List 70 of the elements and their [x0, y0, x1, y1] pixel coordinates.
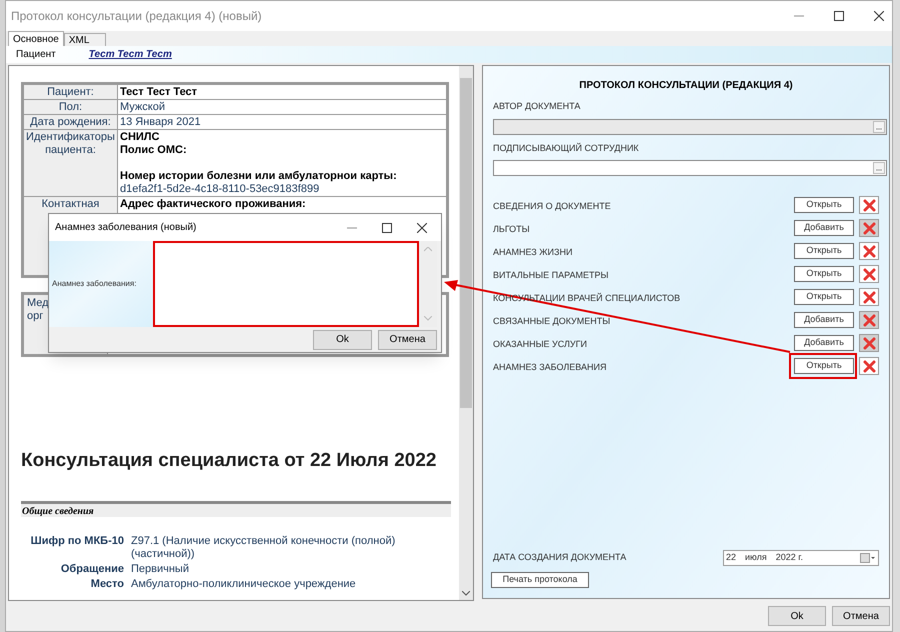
- section-button[interactable]: Добавить: [794, 220, 854, 236]
- field-label: Анамнез заболевания:: [52, 278, 136, 290]
- table-cell: Пол:: [22, 100, 118, 114]
- input-field[interactable]: [493, 160, 887, 176]
- chevron-up-icon[interactable]: [424, 247, 432, 252]
- print-button[interactable]: Печать протокола: [491, 572, 589, 588]
- field-label: ПОДПИСЫВАЮЩИЙ СОТРУДНИК: [493, 142, 640, 155]
- text-area[interactable]: [153, 241, 419, 327]
- delete-button[interactable]: [859, 242, 879, 260]
- field-label: АВТОР ДОКУМЕНТА: [493, 100, 582, 113]
- delete-button[interactable]: [859, 265, 879, 283]
- delete-button[interactable]: [859, 288, 879, 306]
- tab[interactable]: Основное: [8, 31, 64, 46]
- ellipsis-button-icon[interactable]: [873, 162, 885, 174]
- section-button[interactable]: Открыть: [794, 266, 854, 282]
- table-cell-text: Мед: [27, 297, 50, 310]
- section-button[interactable]: Открыть: [794, 358, 854, 374]
- table-cell-text: Адрес фактического проживания:: [120, 198, 307, 211]
- table-cell: Пациент:: [22, 84, 118, 100]
- patient-link[interactable]: Тест Тест Тест: [88, 47, 172, 62]
- chevron-down-icon[interactable]: [462, 591, 470, 596]
- table-cell-text: Номер истории болезни или амбулаторнои карты:: [120, 170, 398, 183]
- section-button[interactable]: Добавить: [794, 335, 854, 351]
- field-label: Обращение: [60, 563, 124, 576]
- section-button[interactable]: Открыть: [794, 197, 854, 213]
- dialog-button[interactable]: Отмена: [832, 606, 890, 626]
- scrollbar[interactable]: [459, 66, 473, 600]
- table-cell-text: d1efa2f1-5d2e-4c18-8110-53ec9183f899: [120, 183, 320, 196]
- dialog-button[interactable]: Ok: [313, 330, 372, 350]
- table-cell: Дата рождения:: [22, 114, 118, 130]
- scrollbar-thumb[interactable]: [460, 78, 472, 408]
- close-icon[interactable]: [874, 11, 884, 21]
- form-title: ПРОТОКОЛ КОНСУЛЬТАЦИИ (РЕДАКЦИЯ 4): [578, 79, 794, 93]
- maximize-icon[interactable]: [834, 11, 844, 21]
- field-value: Амбулаторно-поликлиническое учреждение: [131, 578, 357, 591]
- field-label: ДАТА СОЗДАНИЯ ДОКУМЕНТА: [493, 551, 626, 564]
- section-button[interactable]: Открыть: [794, 243, 854, 259]
- table-cell-text: Мужской: [120, 101, 166, 114]
- section-header: Общие сведения: [21, 501, 451, 517]
- field-label: Пациент: [16, 48, 56, 62]
- delete-button[interactable]: [859, 357, 879, 375]
- section-label: АНАМНЕЗ ЖИЗНИ: [493, 247, 572, 257]
- table-cell-text: 13 Января 2021: [120, 116, 202, 129]
- field-label: Шифр по МКБ-10: [30, 535, 124, 549]
- field-label: Место: [90, 578, 124, 591]
- section-label: АНАМНЕЗ ЗАБОЛЕВАНИЯ: [493, 362, 606, 372]
- table-cell-text: Полис ОМС:: [120, 144, 188, 157]
- calendar-dropdown-icon[interactable]: [860, 553, 876, 563]
- tab[interactable]: XML: [64, 33, 106, 46]
- table-cell-text: Тест Тест Тест: [120, 86, 198, 99]
- section-label: СВЕДЕНИЯ О ДОКУМЕНТЕ: [493, 201, 611, 211]
- table-cell-text: СНИЛС: [120, 131, 160, 144]
- dialog-button[interactable]: Отмена: [378, 330, 437, 350]
- section-label: ВИТАЛЬНЫЕ ПАРАМЕТРЫ: [493, 270, 608, 280]
- section-label: СВЯЗАННЫЕ ДОКУМЕНТЫ: [493, 316, 610, 326]
- date-field[interactable]: 22 июля 2022 г.: [723, 550, 879, 566]
- close-icon[interactable]: [417, 222, 427, 232]
- dialog-button[interactable]: Ok: [768, 606, 826, 626]
- document-heading: Консультация специалиста от 22 Июля 2022: [21, 449, 436, 473]
- delete-button[interactable]: [859, 196, 879, 214]
- section-label: ЛЬГОТЫ: [493, 224, 530, 234]
- table-cell-text: орг: [27, 310, 44, 323]
- field-value: Z97.1 (Наличие искусственной конечности (полной) (частичной)): [131, 535, 396, 561]
- section-label: ОКАЗАННЫЕ УСЛУГИ: [493, 339, 587, 349]
- section-button[interactable]: Добавить: [794, 312, 854, 328]
- field-value: Первичный: [131, 563, 190, 576]
- table-cell: Идентификаторы пациента:: [22, 130, 118, 196]
- maximize-icon[interactable]: [382, 222, 392, 232]
- window-title: Протокол консультации (редакция 4) (новый): [11, 8, 262, 25]
- section-button[interactable]: Открыть: [794, 289, 854, 305]
